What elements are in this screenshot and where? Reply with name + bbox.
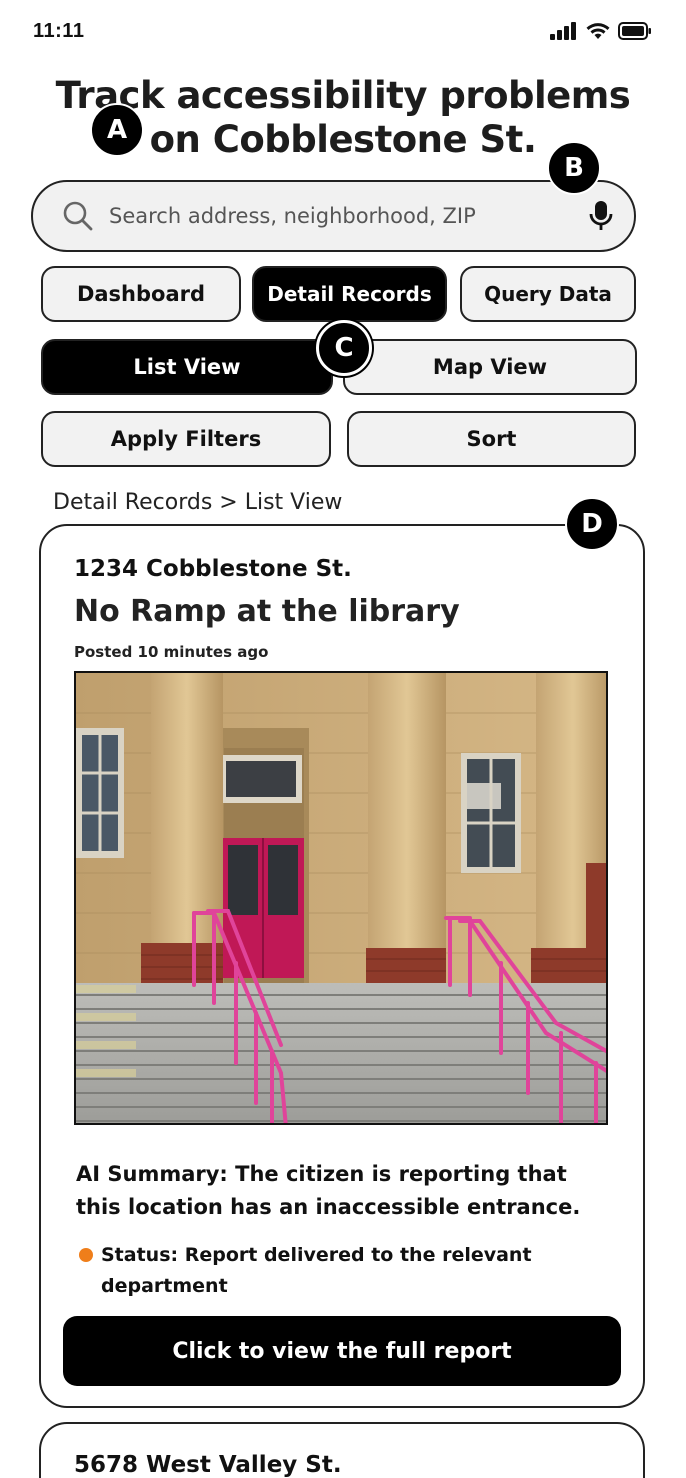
wifi-icon xyxy=(586,23,610,39)
list-view-button[interactable]: List View xyxy=(41,339,333,395)
search-bar[interactable]: Search address, neighborhood, ZIP xyxy=(31,180,636,252)
tab-query-data[interactable]: Query Data xyxy=(460,266,636,322)
annotation-marker-c: C xyxy=(316,320,372,376)
record-card: 5678 West Valley St. xyxy=(39,1422,645,1478)
library-entrance-photo xyxy=(74,671,608,1125)
record-card: 1234 Cobblestone St. No Ramp at the libr… xyxy=(39,524,645,1408)
status-text: Status: Report delivered to the relevant… xyxy=(101,1244,532,1297)
tab-dashboard[interactable]: Dashboard xyxy=(41,266,241,322)
status-time: 11:11 xyxy=(33,20,85,42)
annotation-marker-b: B xyxy=(547,141,601,195)
tab-detail-records[interactable]: Detail Records xyxy=(252,266,447,322)
search-input[interactable]: Search address, neighborhood, ZIP xyxy=(109,204,586,228)
annotation-marker-a: A xyxy=(90,103,144,157)
record-address: 1234 Cobblestone St. xyxy=(74,556,352,582)
record-posted-time: Posted 10 minutes ago xyxy=(74,643,269,661)
battery-icon xyxy=(618,22,651,40)
annotation-marker-d: D xyxy=(565,497,619,551)
status-dot-icon xyxy=(79,1248,93,1262)
map-view-button[interactable]: Map View xyxy=(343,339,637,395)
ai-summary: AI Summary: The citizen is reporting tha… xyxy=(76,1162,581,1219)
record-status: Status: Report delivered to the relevant… xyxy=(79,1240,599,1302)
search-icon xyxy=(63,201,93,231)
record-address: 5678 West Valley St. xyxy=(74,1452,342,1478)
status-bar: 11:11 xyxy=(0,0,686,60)
breadcrumb: Detail Records > List View xyxy=(53,490,343,515)
microphone-icon[interactable] xyxy=(586,199,616,233)
signal-icon xyxy=(550,22,576,40)
apply-filters-button[interactable]: Apply Filters xyxy=(41,411,331,467)
record-title: No Ramp at the library xyxy=(74,594,460,629)
view-full-report-button[interactable]: Click to view the full report xyxy=(63,1316,621,1386)
status-icons xyxy=(550,20,652,42)
sort-button[interactable]: Sort xyxy=(347,411,636,467)
